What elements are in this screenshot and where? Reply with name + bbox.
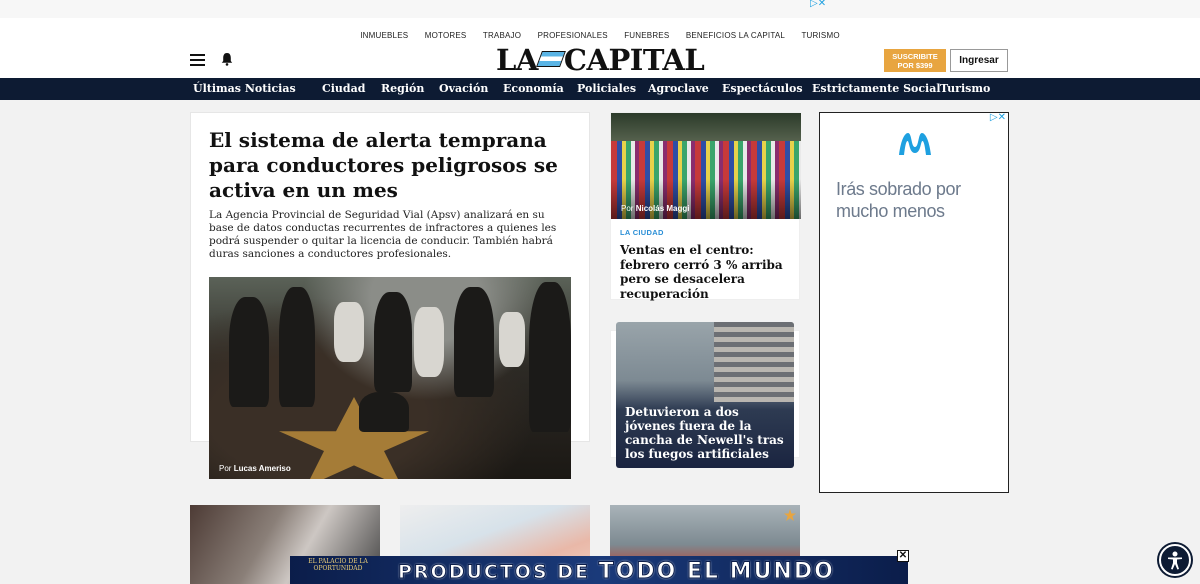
site-header: INMUEBLES MOTORES TRABAJO PROFESIONALES … bbox=[0, 18, 1200, 78]
nav-item-ovacion[interactable]: Ovación bbox=[439, 82, 488, 95]
star-icon bbox=[784, 509, 796, 521]
classified-link-inmuebles[interactable]: INMUEBLES bbox=[360, 31, 408, 40]
building-shape bbox=[714, 322, 794, 402]
section-tag[interactable]: LA CIUDAD bbox=[620, 228, 664, 237]
side-story-1-title[interactable]: Ventas en el centro: febrero cerró 3 % a… bbox=[620, 243, 795, 301]
close-ad-button[interactable]: ✕ bbox=[897, 550, 909, 562]
ad-slogan-small: PRODUCTOS DE bbox=[397, 561, 591, 584]
nav-item-economia[interactable]: Economía bbox=[503, 82, 564, 95]
nav-item-ciudad[interactable]: Ciudad bbox=[322, 82, 365, 95]
subscribe-line-2: POR $399 bbox=[897, 61, 933, 70]
right-ad[interactable]: ▷✕ Irás sobrado por mucho menos bbox=[819, 112, 1009, 493]
nav-item-turismo[interactable]: Turismo bbox=[940, 82, 990, 95]
credit-prefix: Por bbox=[621, 204, 634, 213]
subscribe-line-1: SUSCRIBITE bbox=[892, 52, 938, 61]
photo-figure bbox=[499, 312, 525, 367]
side-story-card-1[interactable]: Por Nicolás Maggi LA CIUDAD Ventas en el… bbox=[610, 112, 801, 301]
classifieds-links: INMUEBLES MOTORES TRABAJO PROFESIONALES … bbox=[0, 31, 1200, 40]
nav-item-estrictamente-social[interactable]: Estrictamente Social bbox=[812, 82, 941, 95]
photo-figure bbox=[279, 287, 315, 407]
bell-icon[interactable] bbox=[220, 52, 234, 66]
login-button[interactable]: Ingresar bbox=[950, 49, 1008, 72]
main-story-summary: La Agencia Provincial de Seguridad Vial … bbox=[209, 209, 557, 260]
ad-slogan-big: TODO EL MUNDO bbox=[598, 559, 835, 584]
photo-figure bbox=[414, 307, 444, 377]
ad-slogan: PRODUCTOS DE TODO EL MUNDO bbox=[397, 559, 835, 584]
photo-figure bbox=[454, 287, 494, 397]
ad-brand: EL PALACIO DE LA OPORTUNIDAD bbox=[308, 558, 368, 572]
credit-name[interactable]: Nicolás Maggi bbox=[636, 204, 690, 213]
ad-choices-icon[interactable]: ▷✕ bbox=[990, 112, 1006, 123]
site-logo[interactable]: LA CAPITAL bbox=[496, 44, 706, 76]
side-story-1-photo[interactable]: Por Nicolás Maggi bbox=[611, 113, 801, 219]
photo-figure bbox=[334, 302, 364, 362]
nav-item-policiales[interactable]: Policiales bbox=[577, 82, 636, 95]
classified-link-motores[interactable]: MOTORES bbox=[425, 31, 467, 40]
side-story-card-2[interactable]: Detuvieron a dos jóvenes fuera de la can… bbox=[616, 322, 794, 468]
photo-figure bbox=[529, 282, 571, 432]
flag-icon bbox=[535, 51, 566, 67]
side-story-2-title[interactable]: Detuvieron a dos jóvenes fuera de la can… bbox=[625, 405, 790, 461]
movistar-logo-icon bbox=[899, 133, 931, 155]
photo-figure bbox=[359, 392, 409, 432]
person-icon bbox=[1168, 551, 1182, 570]
logo-text-la: LA bbox=[496, 43, 538, 77]
nav-item-espectaculos[interactable]: Espectáculos bbox=[722, 82, 803, 95]
credit-name[interactable]: Lucas Ameriso bbox=[234, 464, 291, 473]
menu-icon[interactable] bbox=[190, 54, 205, 66]
classified-link-funebres[interactable]: FUNEBRES bbox=[624, 31, 669, 40]
photo-figure bbox=[229, 297, 269, 407]
main-story-title[interactable]: El sistema de alerta temprana para condu… bbox=[209, 128, 579, 203]
ad-text: Irás sobrado por mucho menos bbox=[836, 179, 961, 221]
logo-text-capital: CAPITAL bbox=[563, 43, 705, 77]
main-nav: Últimas Noticias Ciudad Región Ovación E… bbox=[0, 78, 1200, 100]
classified-link-profesionales[interactable]: PROFESIONALES bbox=[538, 31, 608, 40]
nav-item-agroclave[interactable]: Agroclave bbox=[648, 82, 709, 95]
side-1-photo-credit: Por Nicolás Maggi bbox=[621, 204, 689, 213]
main-photo-credit: Por Lucas Ameriso bbox=[219, 464, 291, 473]
classified-link-beneficios[interactable]: BENEFICIOS LA CAPITAL bbox=[686, 31, 785, 40]
subscribe-button[interactable]: SUSCRIBITE POR $399 bbox=[884, 49, 946, 72]
main-story-photo[interactable]: Por Lucas Ameriso bbox=[209, 277, 571, 479]
chat-button[interactable] bbox=[1159, 544, 1191, 576]
photo-figure bbox=[374, 292, 412, 392]
classified-link-trabajo[interactable]: TRABAJO bbox=[483, 31, 521, 40]
nav-item-region[interactable]: Región bbox=[381, 82, 424, 95]
classified-link-turismo[interactable]: TURISMO bbox=[801, 31, 839, 40]
nav-item-ultimas-noticias[interactable]: Últimas Noticias bbox=[193, 82, 296, 95]
top-ad-strip: ▷✕ bbox=[0, 0, 1200, 18]
bottom-sticky-ad[interactable]: EL PALACIO DE LA OPORTUNIDAD PRODUCTOS D… bbox=[290, 556, 908, 584]
ad-choices-icon[interactable]: ▷✕ bbox=[810, 0, 826, 9]
credit-prefix: Por bbox=[219, 464, 232, 473]
